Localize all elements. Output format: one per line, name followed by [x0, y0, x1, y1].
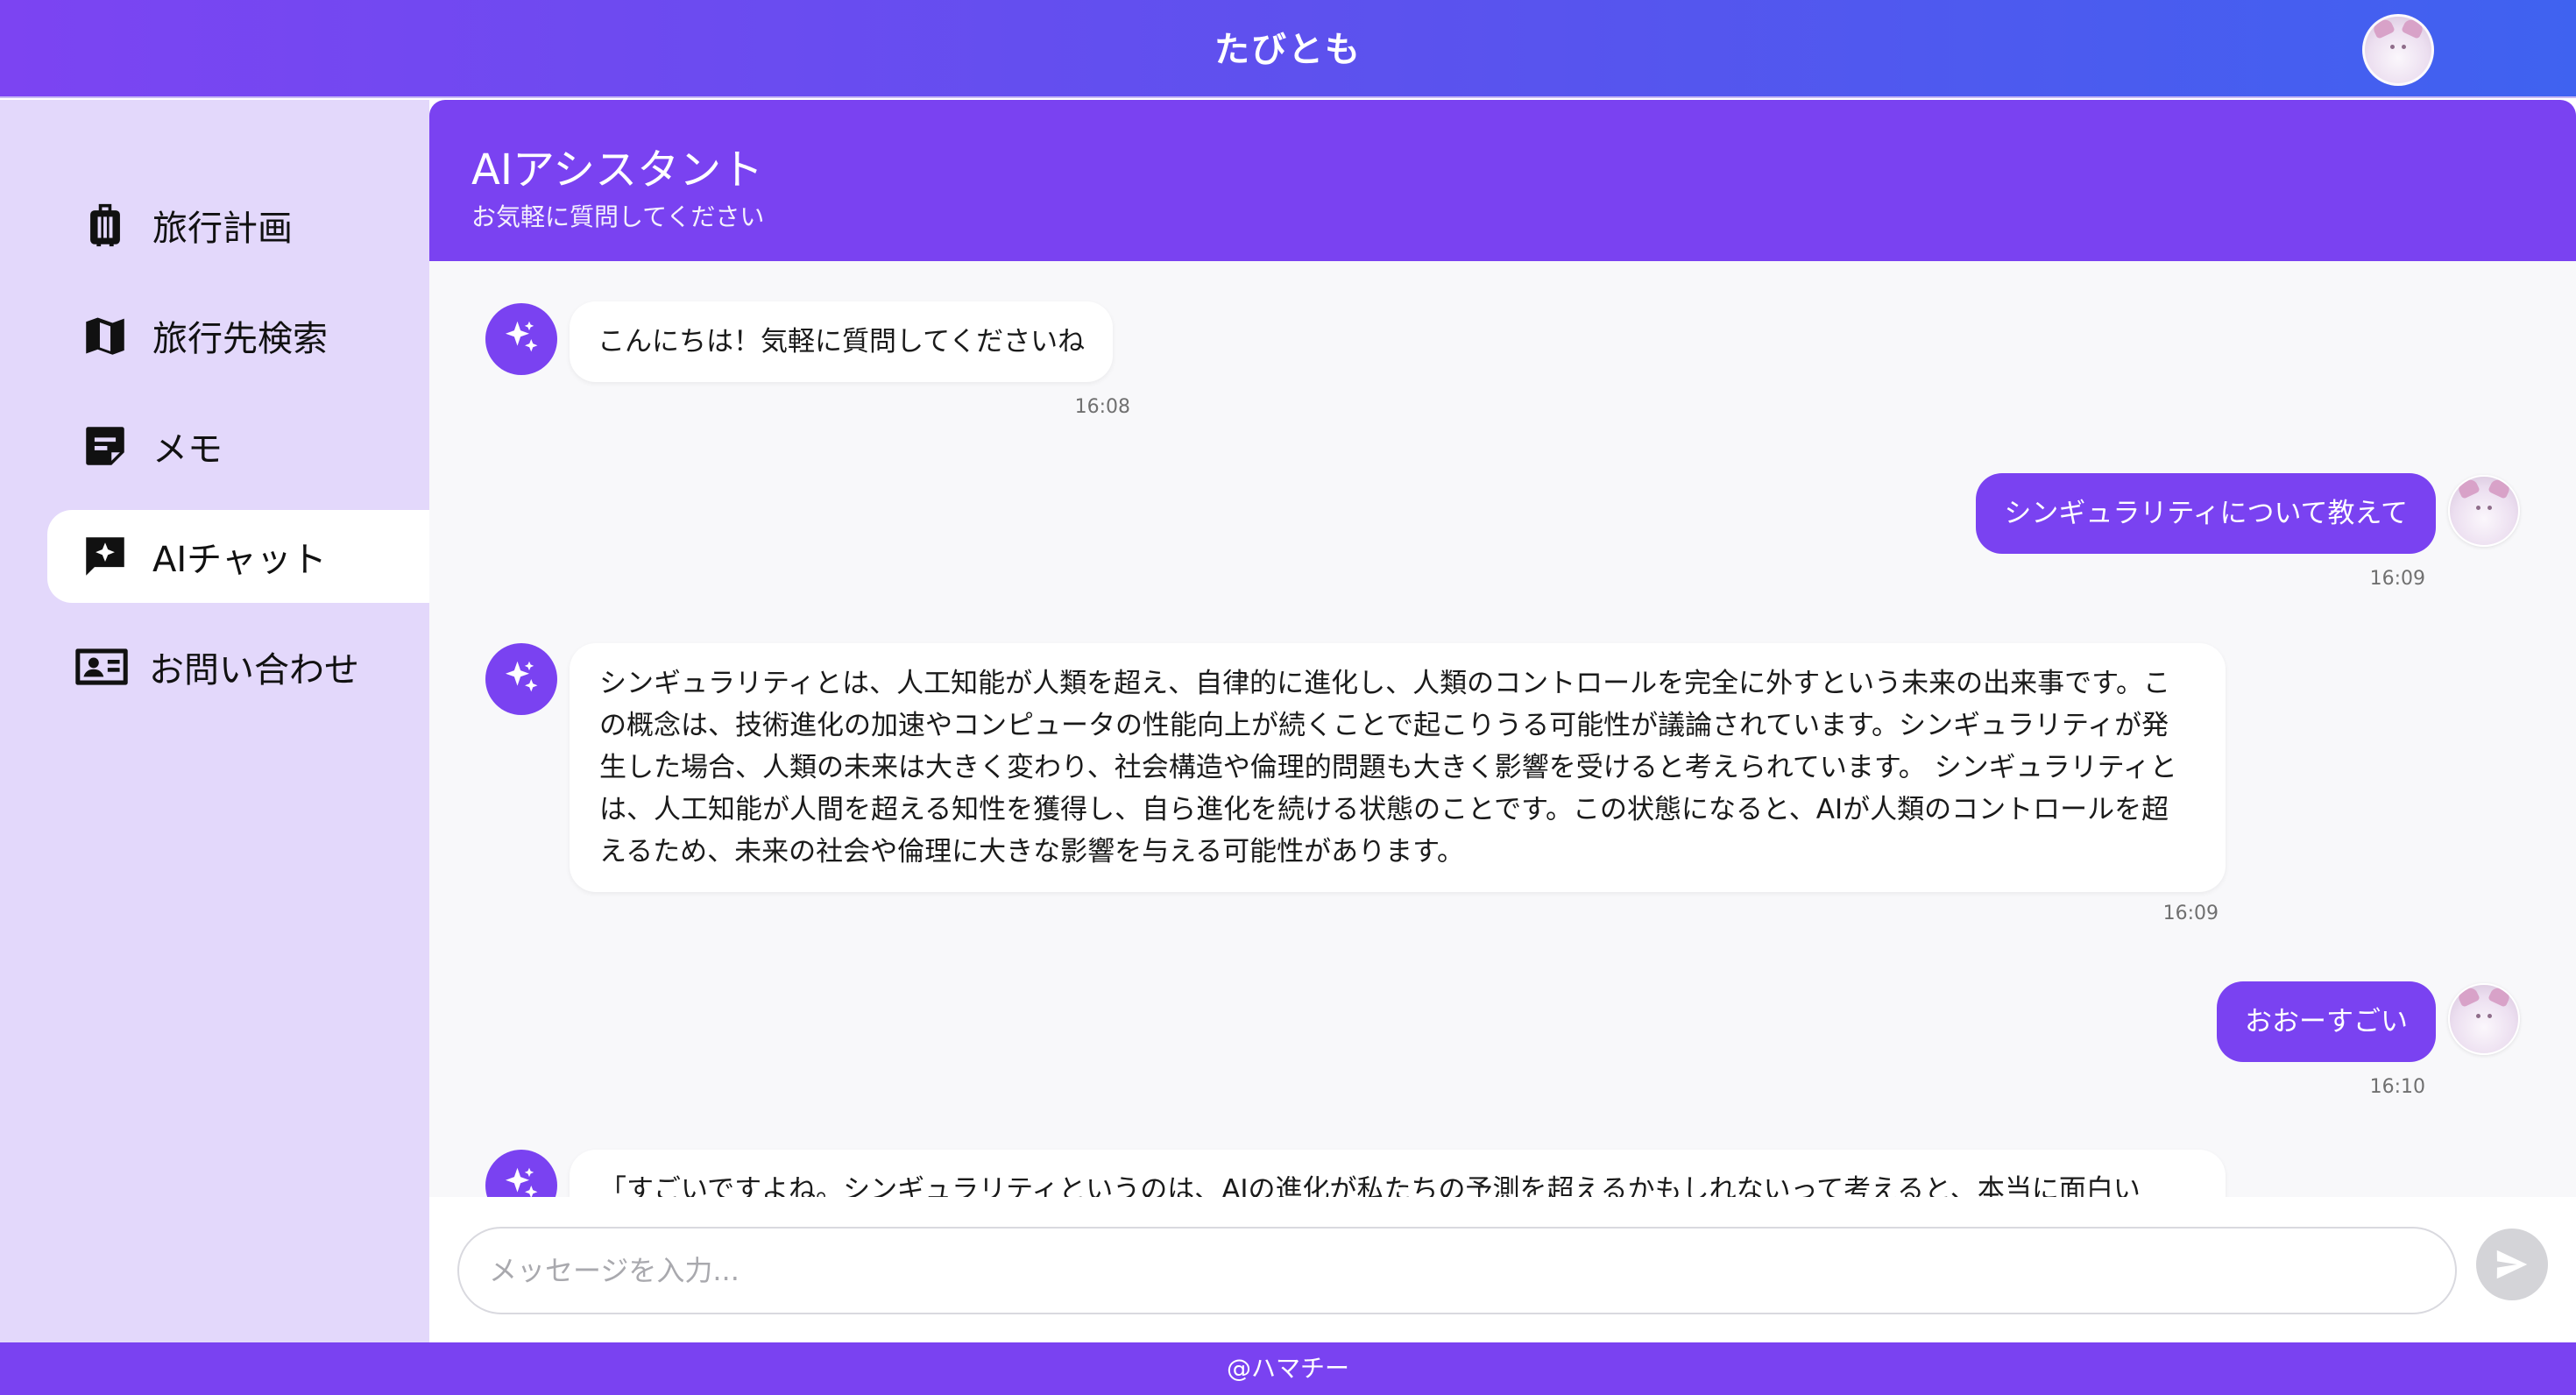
app-title: たびとも	[1214, 30, 1362, 70]
user-avatar	[2448, 475, 2520, 547]
assistant-avatar	[485, 303, 557, 375]
user-avatar[interactable]	[2362, 14, 2434, 86]
sidebar-item-ai-chat[interactable]: AIチャット	[47, 510, 429, 603]
sparkle-icon	[506, 1167, 538, 1197]
input-area	[429, 1197, 2576, 1342]
sidebar-item-label: お問い合わせ	[149, 650, 359, 690]
user-message: おおーすごい	[2217, 981, 2436, 1062]
sidebar: 旅行計画 旅行先検索 メモ AIチャット お問い合わせ	[0, 100, 429, 1342]
contact-card-icon	[74, 639, 130, 695]
user-avatar	[2448, 983, 2520, 1055]
avatar-eye	[2389, 44, 2395, 49]
sparkle-icon	[506, 661, 538, 692]
message-time: 16:09	[2369, 568, 2425, 590]
assistant-avatar	[485, 643, 557, 715]
send-icon	[2496, 1250, 2528, 1279]
message-time: 16:09	[2162, 903, 2219, 924]
send-button[interactable]	[2476, 1229, 2548, 1300]
ai-chat-icon	[77, 528, 133, 584]
sidebar-item-destination-search[interactable]: 旅行先検索	[47, 289, 429, 382]
assistant-message: シンギュラリティとは、人工知能が人類を超え、自律的に進化し、人類のコントロールを…	[570, 643, 2226, 892]
sparkle-icon	[506, 321, 538, 352]
chat-messages[interactable]: こんにちは！気軽に質問してくださいね 16:08 シンギュラリティについて教えて…	[429, 261, 2576, 1197]
sidebar-item-label: 旅行計画	[152, 209, 293, 249]
assistant-message: こんにちは！気軽に質問してくださいね	[570, 301, 1114, 382]
message-time: 16:08	[1074, 396, 1130, 418]
sidebar-item-travel-plan[interactable]: 旅行計画	[47, 179, 429, 272]
app-root: たびとも 旅行計画 旅行先検索 メモ AIチャット お問い合わせ AIアシスタン…	[0, 0, 2576, 1395]
sidebar-item-memo[interactable]: メモ	[47, 400, 429, 492]
footer: @ハマチー	[0, 1342, 2576, 1395]
chat-subtitle: お気軽に質問してください	[471, 202, 765, 231]
map-icon	[77, 308, 133, 364]
message-time: 16:10	[2369, 1076, 2425, 1098]
message-input[interactable]	[457, 1227, 2457, 1314]
assistant-avatar	[485, 1150, 557, 1197]
note-icon	[77, 418, 133, 474]
luggage-icon	[77, 197, 133, 253]
sidebar-item-label: メモ	[152, 429, 223, 470]
chat-header: AIアシスタント お気軽に質問してください	[429, 100, 2576, 261]
sidebar-item-label: 旅行先検索	[152, 319, 328, 359]
user-message: シンギュラリティについて教えて	[1976, 473, 2436, 554]
avatar-eye	[2402, 44, 2407, 49]
sidebar-item-label: AIチャット	[152, 540, 327, 580]
sidebar-item-contact[interactable]: お問い合わせ	[47, 620, 429, 713]
top-bar: たびとも	[0, 0, 2576, 98]
chat-title: AIアシスタント	[471, 145, 764, 195]
assistant-message: 「すごいですよね。シンギュラリティというのは、AIの進化が私たちの予測を超えるか…	[570, 1150, 2226, 1197]
